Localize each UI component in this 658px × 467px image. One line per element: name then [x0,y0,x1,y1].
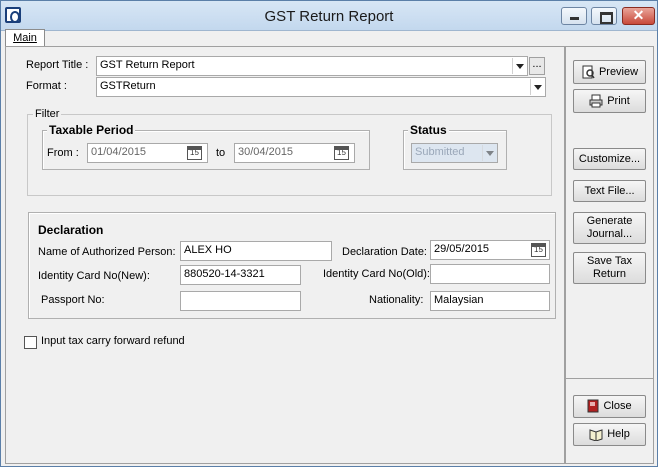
generate-journal-label-2: Journal... [586,228,633,240]
passport-label: Passport No: [41,294,105,306]
from-calendar-icon[interactable]: 15 [187,146,202,160]
close-window-button[interactable]: ✕ [622,7,655,25]
preview-label: Preview [598,66,639,78]
status-dropdown-icon[interactable] [482,145,496,161]
generate-journal-button[interactable]: Generate Journal... [573,212,646,244]
format-dropdown-icon[interactable] [530,79,544,95]
to-calendar-icon[interactable]: 15 [334,146,349,160]
from-label: From : [47,147,79,159]
format-select[interactable]: GSTReturn [96,77,546,97]
passport-input[interactable] [180,291,301,311]
from-date-value: 01/04/2015 [91,146,147,158]
text-file-button[interactable]: Text File... [573,180,646,202]
print-button[interactable]: Print [573,89,646,113]
nationality-input[interactable]: Malaysian [430,291,550,311]
help-button[interactable]: Help [573,423,646,446]
status-value: Submitted [415,146,465,158]
help-label: Help [607,428,630,440]
carry-forward-checkbox[interactable] [24,336,37,349]
report-title-value: GST Return Report [100,59,195,71]
ic-new-input[interactable]: 880520-14-3321 [180,265,301,285]
preview-icon [582,65,595,79]
format-label: Format : [26,80,67,92]
status-title: Status [408,123,449,137]
ic-old-input[interactable] [430,264,550,284]
maximize-button[interactable] [591,7,617,25]
generate-journal-label-1: Generate [586,215,633,227]
report-title-input[interactable]: GST Return Report [96,56,528,76]
exit-door-icon [587,399,599,413]
taxable-period-title: Taxable Period [47,123,136,137]
carry-forward-label: Input tax carry forward refund [41,335,185,347]
save-tax-return-button[interactable]: Save Tax Return [573,252,646,284]
window-title: GST Return Report [264,8,394,25]
filter-label: Filter [33,108,62,120]
to-label: to [216,147,226,159]
minimize-button[interactable] [561,7,587,25]
customize-button[interactable]: Customize... [573,148,646,170]
close-button[interactable]: Close [573,395,646,418]
declaration-date-label: Declaration Date: [342,246,427,258]
authorized-person-input[interactable]: ALEX HO [180,241,332,261]
report-title-dropdown-icon[interactable] [512,58,526,74]
action-panel-divider [565,378,654,379]
close-label: Close [603,400,632,412]
declaration-date-value: 29/05/2015 [434,243,490,255]
ic-old-label: Identity Card No(Old): [323,268,430,280]
nationality-label: Nationality: [369,294,424,306]
ic-new-label: Identity Card No(New): [38,270,150,282]
print-label: Print [607,95,630,107]
ic-new-value: 880520-14-3321 [184,268,265,280]
authorized-person-label: Name of Authorized Person: [38,246,176,258]
tab-main[interactable]: Main [5,29,45,46]
report-title-browse-button[interactable]: ... [529,57,545,75]
declaration-calendar-icon[interactable]: 15 [531,243,546,257]
to-date-value: 30/04/2015 [238,146,294,158]
save-tax-return-label-2: Return [592,268,627,280]
help-book-icon [589,429,603,442]
preview-button[interactable]: Preview [573,60,646,84]
report-title-label: Report Title : [26,59,89,71]
nationality-value: Malaysian [434,294,484,306]
printer-icon [589,94,603,108]
declaration-title: Declaration [36,223,106,237]
title-bar: GST Return Report ✕ [1,1,657,31]
close-x-icon: ✕ [632,7,645,23]
save-tax-return-label-1: Save Tax [586,255,633,267]
authorized-person-value: ALEX HO [184,244,232,256]
format-value: GSTReturn [100,80,156,92]
report-window: GST Return Report ✕ Main Report Title : … [0,0,658,467]
